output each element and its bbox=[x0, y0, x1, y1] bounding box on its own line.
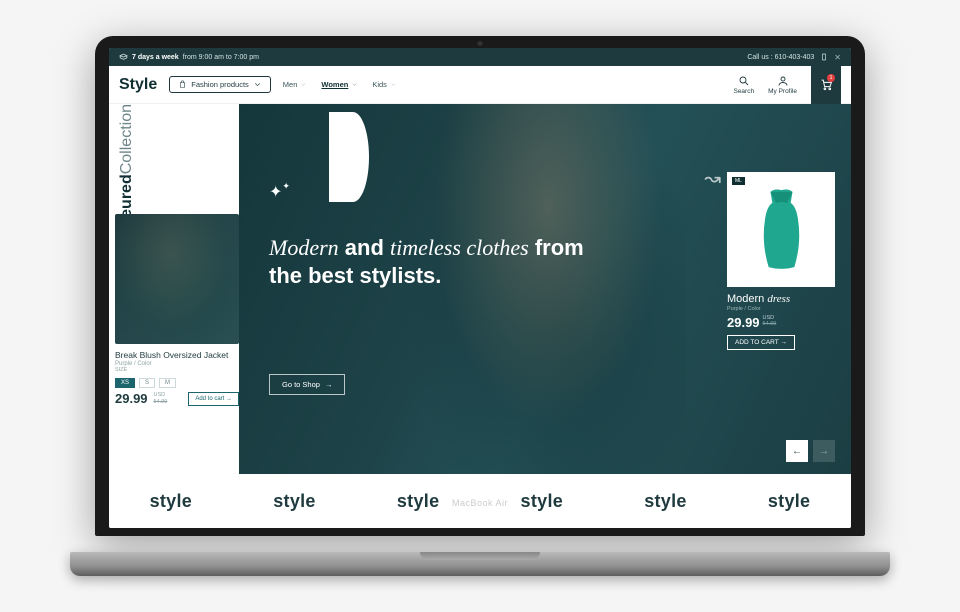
left-column: FeateuredCollection Break Blush Oversize… bbox=[109, 104, 239, 474]
arrow-right-icon: → bbox=[325, 380, 333, 389]
sparkle-icon: ✦✦ bbox=[269, 182, 290, 202]
screen: 7 days a week from 9:00 am to 7:00 pm Ca… bbox=[109, 48, 851, 528]
screen-bezel: 7 days a week from 9:00 am to 7:00 pm Ca… bbox=[95, 36, 865, 536]
header-actions: Search My Profile 1 bbox=[733, 66, 841, 104]
marquee-item: style bbox=[273, 491, 316, 512]
hero-banner: ✦✦ Modern and timeless clothes from the … bbox=[239, 104, 851, 474]
inset-old-price: 54.99 bbox=[763, 321, 777, 327]
webcam-dot bbox=[478, 41, 483, 46]
laptop-base bbox=[70, 552, 890, 576]
hero-model-image bbox=[410, 104, 685, 474]
schedule-bold: 7 days a week bbox=[132, 54, 179, 61]
search-icon bbox=[738, 75, 750, 87]
delivery-icon bbox=[119, 53, 128, 62]
inset-title: Modern dress bbox=[727, 293, 835, 305]
side-product-image bbox=[115, 214, 239, 344]
phone-icon bbox=[820, 53, 828, 61]
inset-price: 29.99 USD54.99 bbox=[727, 315, 835, 330]
side-price-row: 29.99 USD54.99 Add to cart → bbox=[115, 391, 239, 406]
inset-product-image: ML bbox=[727, 172, 835, 287]
logo[interactable]: Style bbox=[119, 76, 157, 94]
side-add-to-cart-button[interactable]: Add to cart → bbox=[188, 392, 239, 406]
go-to-shop-button[interactable]: Go to Shop→ bbox=[269, 374, 345, 395]
hero-next-button[interactable]: → bbox=[813, 440, 835, 462]
size-selector: XS S M bbox=[115, 378, 239, 388]
chevron-down-icon bbox=[253, 80, 262, 89]
site-header: Style Fashion products Men Women Kids bbox=[109, 66, 851, 104]
bag-icon bbox=[178, 80, 187, 89]
category-dropdown[interactable]: Fashion products bbox=[169, 76, 271, 93]
nav-men[interactable]: Men bbox=[283, 80, 308, 89]
search-button[interactable]: Search bbox=[733, 75, 754, 95]
side-product-card[interactable]: Break Blush Oversized Jacket Purple / Co… bbox=[109, 214, 239, 406]
chevron-down-icon bbox=[351, 81, 358, 88]
inset-badge: ML bbox=[732, 177, 745, 185]
inset-meta: Purple / Color bbox=[727, 306, 835, 312]
main-nav: Men Women Kids bbox=[283, 80, 397, 89]
marquee-item: style bbox=[397, 491, 440, 512]
announcement-bar: 7 days a week from 9:00 am to 7:00 pm Ca… bbox=[109, 48, 851, 66]
dress-icon bbox=[754, 187, 809, 272]
hero-prev-button[interactable]: ← bbox=[786, 440, 808, 462]
side-product-title: Break Blush Oversized Jacket bbox=[115, 350, 239, 360]
main-content: FeateuredCollection Break Blush Oversize… bbox=[109, 104, 851, 474]
schedule-hours: from 9:00 am to 7:00 pm bbox=[183, 54, 259, 61]
size-label: SIZE bbox=[115, 367, 239, 373]
page: 7 days a week from 9:00 am to 7:00 pm Ca… bbox=[109, 48, 851, 528]
chevron-down-icon bbox=[300, 81, 307, 88]
marquee-item: style bbox=[768, 491, 811, 512]
inset-product-card[interactable]: ML Modern dress Purple / Color 29.99 USD… bbox=[727, 172, 835, 350]
profile-button[interactable]: My Profile bbox=[768, 75, 797, 95]
inset-add-to-cart-button[interactable]: ADD TO CART → bbox=[727, 335, 795, 350]
nav-kids[interactable]: Kids bbox=[372, 80, 397, 89]
marquee-item: style bbox=[644, 491, 687, 512]
chevron-down-icon bbox=[390, 81, 397, 88]
close-announcement-button[interactable]: ✕ bbox=[834, 53, 841, 62]
marquee-item: style bbox=[521, 491, 564, 512]
schedule-text: 7 days a week from 9:00 am to 7:00 pm bbox=[119, 53, 259, 62]
laptop-mockup: 7 days a week from 9:00 am to 7:00 pm Ca… bbox=[70, 36, 890, 576]
size-s[interactable]: S bbox=[139, 378, 155, 388]
cart-count-badge: 1 bbox=[827, 74, 835, 82]
side-old-price: 54.99 bbox=[154, 399, 168, 405]
hero-notch-shape bbox=[329, 112, 369, 202]
hero-headline: Modern and timeless clothes from the bes… bbox=[269, 234, 606, 289]
side-price: 29.99 bbox=[115, 391, 148, 406]
swirl-arrow-icon: ↝ bbox=[704, 166, 721, 191]
marquee-item: style bbox=[150, 491, 193, 512]
laptop-model-label: MacBook Air bbox=[452, 498, 508, 508]
size-m[interactable]: M bbox=[159, 378, 176, 388]
nav-women[interactable]: Women bbox=[321, 80, 358, 89]
cart-button[interactable]: 1 bbox=[811, 66, 841, 104]
hero-pager: ← → bbox=[786, 440, 835, 462]
size-xs[interactable]: XS bbox=[115, 378, 135, 388]
category-label: Fashion products bbox=[191, 80, 249, 89]
call-us-text: Call us : 610-403-403 bbox=[747, 54, 814, 61]
user-icon bbox=[777, 75, 789, 87]
